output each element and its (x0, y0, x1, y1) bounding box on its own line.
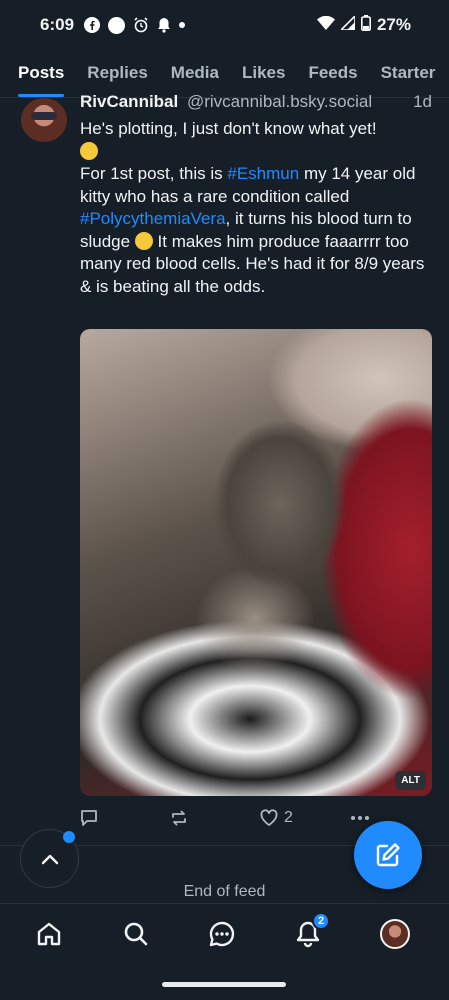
avatar[interactable] (21, 98, 67, 142)
more-horizontal-icon (351, 816, 369, 820)
more-options-button[interactable] (350, 815, 370, 821)
status-right: 27% (316, 14, 411, 36)
post-age[interactable]: 1d (413, 92, 432, 112)
laughing-emoji-icon (80, 141, 98, 160)
active-tab-indicator (18, 94, 65, 97)
tab-label: Replies (87, 63, 148, 82)
tab-label: Feeds (308, 63, 358, 82)
hashtag-eshmun[interactable]: #Eshmun (227, 164, 299, 183)
tab-label: Starter (380, 63, 436, 82)
tab-starter-packs[interactable]: Starter (381, 50, 436, 97)
heart-icon (260, 809, 278, 826)
nav-profile[interactable] (379, 918, 411, 950)
home-icon (37, 922, 61, 946)
author-handle[interactable]: @rivcannibal.bsky.social (187, 92, 372, 111)
pleading-face-emoji-icon (134, 231, 153, 250)
repost-icon (172, 810, 186, 826)
facebook-icon (84, 17, 101, 33)
home-indicator[interactable] (162, 982, 286, 987)
search-icon (124, 922, 148, 946)
chevron-up-icon (41, 854, 58, 864)
new-posts-dot (63, 831, 75, 843)
notifications-badge: 2 (312, 912, 330, 930)
tab-label: Media (170, 63, 219, 82)
circle-icon (108, 16, 126, 34)
hashtag-polycythemiavera[interactable]: #PolycythemiaVera (80, 209, 226, 228)
nav-search[interactable] (120, 918, 152, 950)
notification-bell-icon (157, 17, 171, 33)
nav-notifications[interactable]: 2 (292, 912, 330, 950)
author-display-name[interactable]: RivCannibal (80, 92, 178, 111)
status-bar: 6:09 27% (0, 0, 449, 50)
like-button[interactable]: 2 (260, 809, 293, 827)
status-time: 6:09 (40, 15, 75, 34)
battery-icon (360, 14, 371, 36)
dot-icon (179, 22, 186, 28)
post-actions: 2 (80, 806, 380, 830)
post-text: He's plotting, I just don't know what ye… (80, 118, 425, 298)
alt-text-badge[interactable]: ALT (395, 771, 426, 790)
bottom-nav: 2 (0, 903, 449, 967)
wifi-icon (316, 15, 335, 35)
tab-replies[interactable]: Replies (87, 50, 147, 97)
tab-label: Likes (241, 63, 286, 82)
battery-percent: 27% (376, 15, 411, 34)
profile-tabs: Posts Replies Media Likes Feeds Starter (0, 50, 449, 98)
alarm-icon (133, 17, 149, 33)
nav-chat[interactable] (206, 918, 238, 950)
repost-button[interactable] (170, 809, 188, 827)
tab-likes[interactable]: Likes (242, 50, 285, 97)
like-count: 2 (284, 809, 293, 826)
tab-media[interactable]: Media (171, 50, 219, 97)
tab-feeds[interactable]: Feeds (308, 50, 357, 97)
tab-posts[interactable]: Posts (18, 50, 65, 97)
post-header: RivCannibal @rivcannibal.bsky.social 1d (80, 92, 440, 112)
post-line-1: He's plotting, I just don't know what ye… (80, 119, 377, 138)
post-text-part: For 1st post, this is (80, 164, 228, 183)
reply-icon (81, 810, 97, 826)
compose-post-button[interactable] (354, 821, 422, 889)
chat-bubble-icon (209, 921, 235, 947)
reply-button[interactable] (80, 809, 98, 827)
compose-icon (376, 843, 400, 867)
scroll-to-top-button[interactable] (20, 829, 79, 888)
signal-icon (339, 14, 356, 35)
profile-avatar (380, 919, 410, 949)
post-image-cat[interactable]: ALT (80, 329, 432, 796)
nav-home[interactable] (33, 918, 65, 950)
tab-label: Posts (18, 63, 65, 82)
